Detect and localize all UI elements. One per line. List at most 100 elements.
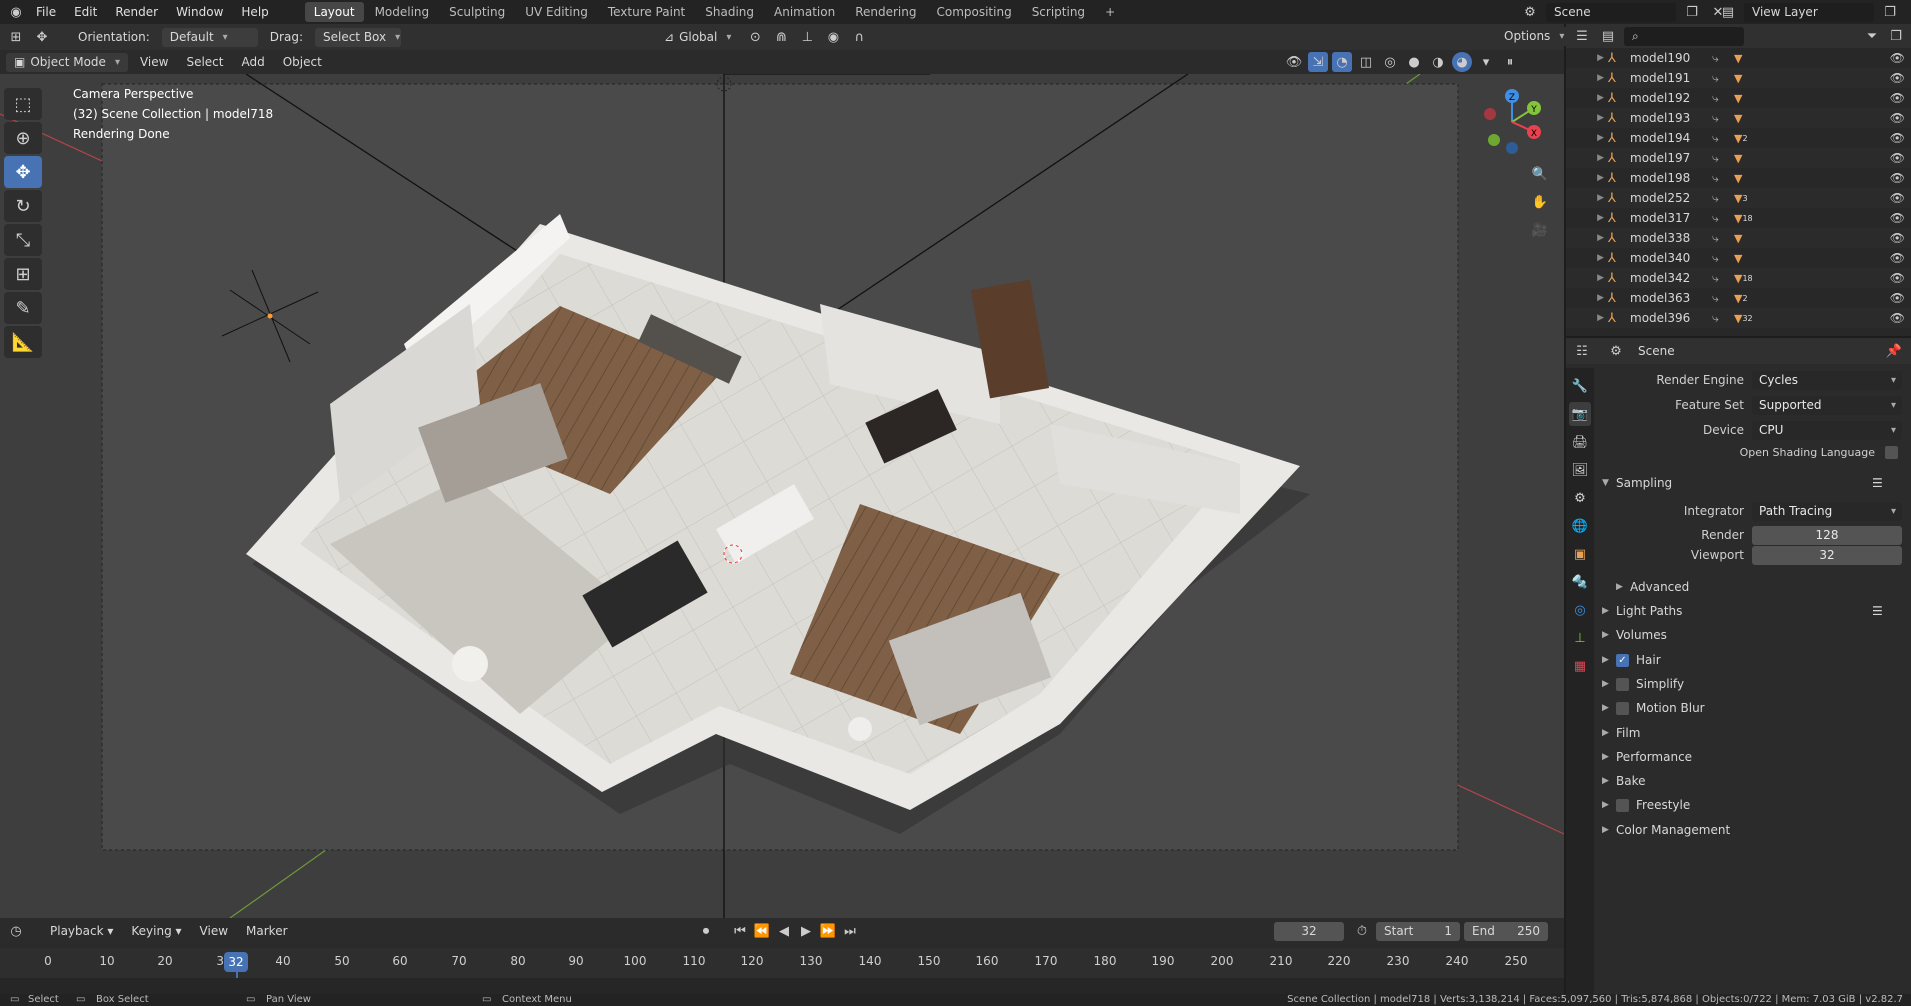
play-reverse-icon[interactable]: ◀ <box>774 921 794 941</box>
object-name[interactable]: model194 <box>1630 131 1712 145</box>
timeline-menu-view[interactable]: View <box>194 922 234 941</box>
tab-rendering[interactable]: Rendering <box>846 2 925 22</box>
outliner-row[interactable]: ▶ ⅄ model340 ⤷ ▼ 👁 <box>1566 248 1911 268</box>
expand-arrow-icon[interactable]: ▶ <box>1566 153 1608 163</box>
shading-options-icon[interactable]: ▾ <box>1476 52 1496 72</box>
panel-header-volumes[interactable]: ▶ Volumes <box>1602 624 1902 646</box>
timeline-menu-playback[interactable]: Playback ▾ <box>44 922 119 941</box>
start-frame-field[interactable]: Start 1 <box>1376 922 1460 941</box>
eye-icon[interactable]: 👁 <box>1890 131 1905 145</box>
prev-keyframe-icon[interactable]: ⏪ <box>752 921 772 941</box>
camera-view-icon[interactable]: 🎥 <box>1530 220 1550 240</box>
eye-icon[interactable]: 👁 <box>1890 311 1905 325</box>
scene-name-field[interactable]: Scene <box>1546 2 1676 22</box>
shading-solid-icon[interactable]: ● <box>1404 52 1424 72</box>
object-name[interactable]: model198 <box>1630 171 1712 185</box>
expand-arrow-icon[interactable]: ▶ <box>1566 53 1608 63</box>
output-tab-icon[interactable]: 🖨 <box>1569 430 1591 454</box>
osl-checkbox[interactable] <box>1885 445 1898 459</box>
render-tab-icon[interactable]: 📷 <box>1569 402 1591 426</box>
side-table[interactable] <box>848 717 872 741</box>
tab-compositing[interactable]: Compositing <box>927 2 1020 22</box>
presets-icon[interactable]: ☰ <box>1872 476 1883 490</box>
object-name[interactable]: model363 <box>1630 291 1712 305</box>
eye-icon[interactable]: 👁 <box>1890 151 1905 165</box>
view-layer-tab-icon[interactable]: 🖼 <box>1569 458 1591 482</box>
viewport-scene[interactable] <box>0 74 1564 918</box>
transform-orientation-dropdown[interactable]: ⊿ Global <box>656 27 740 47</box>
sampling-panel-header[interactable]: ▼ Sampling ☰ <box>1602 472 1902 494</box>
pivot-point-icon[interactable]: ⊙ <box>745 27 765 47</box>
shading-wireframe-icon[interactable]: ◎ <box>1380 52 1400 72</box>
expand-arrow-icon[interactable]: ▶ <box>1566 93 1608 103</box>
render-samples-field[interactable]: 128 <box>1752 525 1902 545</box>
measure-tool[interactable]: 📐 <box>4 326 42 358</box>
panel-header-hair[interactable]: ▶ ✓ Hair <box>1602 649 1902 671</box>
3d-viewport[interactable]: ⬚ ⊕ ✥ ↻ ⤡ ⊞ ✎ 📐 Camera Perspective (32) … <box>0 74 1564 918</box>
scale-tool[interactable]: ⤡ <box>4 224 42 256</box>
expand-arrow-icon[interactable]: ▶ <box>1566 193 1608 203</box>
timeline-menu-keying[interactable]: Keying ▾ <box>125 922 187 941</box>
current-frame-field[interactable]: 32 <box>1274 922 1344 941</box>
transform-tool[interactable]: ⊞ <box>4 258 42 290</box>
annotate-tool[interactable]: ✎ <box>4 292 42 324</box>
scene-tab-icon[interactable]: ⚙ <box>1569 486 1591 510</box>
menu-help[interactable]: Help <box>233 0 276 24</box>
next-keyframe-icon[interactable]: ⏩ <box>818 921 838 941</box>
eye-icon[interactable]: 👁 <box>1890 171 1905 185</box>
select-box-tool[interactable]: ⬚ <box>4 88 42 120</box>
outliner-tree[interactable]: ▶ ⅄ model190 ⤷ ▼ 👁 ▶ ⅄ model191 ⤷ ▼ 👁 ▶ ⅄ model192 ⤷ ▼ 👁 ▶… <box>1566 48 1911 336</box>
play-icon[interactable]: ▶ <box>796 921 816 941</box>
advanced-subpanel-header[interactable]: ▶ Advanced <box>1616 576 1689 598</box>
object-name[interactable]: model396 <box>1630 311 1712 325</box>
editor-type-icon[interactable]: ⊞ <box>6 27 26 47</box>
eye-icon[interactable]: 👁 <box>1890 71 1905 85</box>
snap-target-icon[interactable]: ⊥ <box>797 27 817 47</box>
move-tool[interactable]: ✥ <box>4 156 42 188</box>
object-data-tab-icon[interactable]: ⊥ <box>1569 626 1591 650</box>
tab-uv-editing[interactable]: UV Editing <box>516 2 597 22</box>
world-tab-icon[interactable]: 🌐 <box>1569 514 1591 538</box>
panel-header-freestyle[interactable]: ▶ Freestyle <box>1602 794 1902 816</box>
expand-arrow-icon[interactable]: ▶ <box>1566 213 1608 223</box>
eye-icon[interactable]: 👁 <box>1890 211 1905 225</box>
outliner-editor-type-icon[interactable]: ☰ <box>1572 26 1592 46</box>
tab-shading[interactable]: Shading <box>696 2 763 22</box>
panel-checkbox[interactable] <box>1616 677 1629 691</box>
playhead[interactable]: 32 <box>224 952 248 972</box>
render-engine-dropdown[interactable]: Cycles <box>1752 370 1902 390</box>
panel-header-simplify[interactable]: ▶ Simplify <box>1602 673 1902 695</box>
panel-header-bake[interactable]: ▶ Bake <box>1602 770 1902 792</box>
rotate-tool[interactable]: ↻ <box>4 190 42 222</box>
expand-arrow-icon[interactable]: ▶ <box>1566 273 1608 283</box>
menu-edit[interactable]: Edit <box>66 0 105 24</box>
tab-modeling[interactable]: Modeling <box>366 2 439 22</box>
timeline-menu-marker[interactable]: Marker <box>240 922 293 941</box>
eye-icon[interactable]: 👁 <box>1890 111 1905 125</box>
tab-texture-paint[interactable]: Texture Paint <box>599 2 694 22</box>
object-tab-icon[interactable]: ▣ <box>1569 542 1591 566</box>
outliner-row[interactable]: ▶ ⅄ model194 ⤷ ▼ 2 👁 <box>1566 128 1911 148</box>
outliner-row[interactable]: ▶ ⅄ model192 ⤷ ▼ 👁 <box>1566 88 1911 108</box>
jump-start-icon[interactable]: ⏮ <box>730 921 750 941</box>
tab-scripting[interactable]: Scripting <box>1023 2 1094 22</box>
outliner-row[interactable]: ▶ ⅄ model197 ⤷ ▼ 👁 <box>1566 148 1911 168</box>
object-name[interactable]: model342 <box>1630 271 1712 285</box>
device-dropdown[interactable]: CPU <box>1752 420 1902 440</box>
round-table[interactable] <box>452 646 488 682</box>
pan-hand-icon[interactable]: ✋ <box>1530 192 1550 212</box>
eye-icon[interactable]: 👁 <box>1890 51 1905 65</box>
cursor-tool[interactable]: ⊕ <box>4 122 42 154</box>
viewport-samples-field[interactable]: 32 <box>1752 545 1902 565</box>
snap-icon[interactable]: ⋒ <box>771 27 791 47</box>
eye-icon[interactable]: 👁 <box>1890 191 1905 205</box>
panel-checkbox[interactable] <box>1616 798 1629 812</box>
pin-icon[interactable]: 📌 <box>1884 341 1904 361</box>
eye-icon[interactable]: 👁 <box>1890 291 1905 305</box>
panel-header-color-management[interactable]: ▶ Color Management <box>1602 819 1902 841</box>
menu-render[interactable]: Render <box>107 0 166 24</box>
view-layer-field[interactable]: View Layer <box>1744 2 1874 22</box>
timeline-editor-type-icon[interactable]: ◷ <box>6 921 26 941</box>
material-tab-icon[interactable]: ▦ <box>1569 654 1591 678</box>
outliner-search-input[interactable]: ⌕ <box>1624 26 1744 46</box>
